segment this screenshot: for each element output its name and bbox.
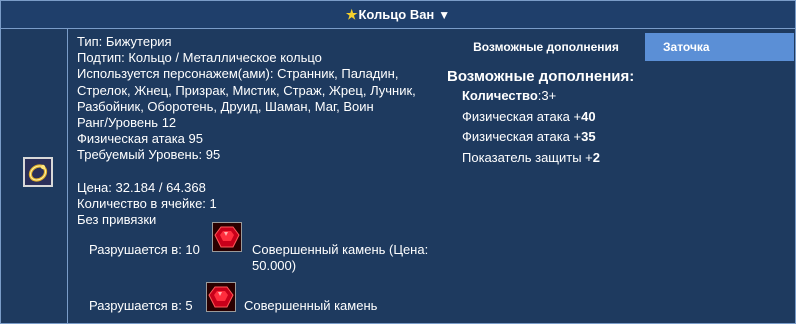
red-gem-icon[interactable] — [212, 222, 242, 252]
item-rank: Ранг/Уровень 12 — [77, 115, 177, 131]
tab-enhancement[interactable]: Заточка — [645, 33, 794, 61]
addition-item: Физическая атака +35 — [462, 129, 596, 144]
item-type: Тип: Бижутерия — [77, 34, 172, 49]
additions-count: Количество:3+ — [462, 88, 557, 103]
addition-item: Показатель защиты +2 — [462, 149, 600, 165]
item-stack-count: Количество в ячейке: 1 — [77, 195, 217, 211]
item-icon-column — [1, 29, 68, 323]
additions-list: Количество:3+ Физическая атака +40 Физич… — [462, 86, 600, 168]
red-gem-icon[interactable] — [206, 282, 236, 312]
item-required-level: Требуемый Уровень: 95 — [77, 147, 221, 163]
item-price: Цена: 32.184 / 64.368 — [77, 179, 206, 195]
item-physical-attack: Физическая атака 95 — [77, 131, 203, 147]
item-subtype: Подтип: Кольцо / Металлическое кольцо — [77, 50, 322, 66]
item-title-bar[interactable]: ★Кольцо Ван ▼ — [1, 1, 795, 29]
crash-gem-text: Совершенный камень — [244, 298, 378, 313]
gold-ring-icon[interactable] — [23, 157, 53, 187]
crash-prefix: Разрушается в: 10 — [89, 242, 200, 257]
crash-gem-text: Совершенный камень (Цена: 50.000) — [252, 242, 429, 273]
item-title: Кольцо Ван — [358, 7, 435, 22]
dropdown-arrow-icon[interactable]: ▼ — [438, 8, 450, 22]
star-icon: ★ — [345, 7, 358, 22]
item-stats: Тип: Бижутерия Подтип: Кольцо / Металлич… — [77, 34, 447, 228]
additions-title: Возможные дополнения: — [447, 68, 635, 85]
tab-possible-additions[interactable]: Возможные дополнения — [447, 33, 645, 61]
crash-prefix: Разрушается в: 5 — [89, 298, 193, 313]
addition-item: Физическая атака +40 — [462, 108, 596, 124]
item-classes: Используется персонажем(ами): Странник, … — [77, 66, 416, 114]
item-binding: Без привязки — [77, 212, 157, 228]
